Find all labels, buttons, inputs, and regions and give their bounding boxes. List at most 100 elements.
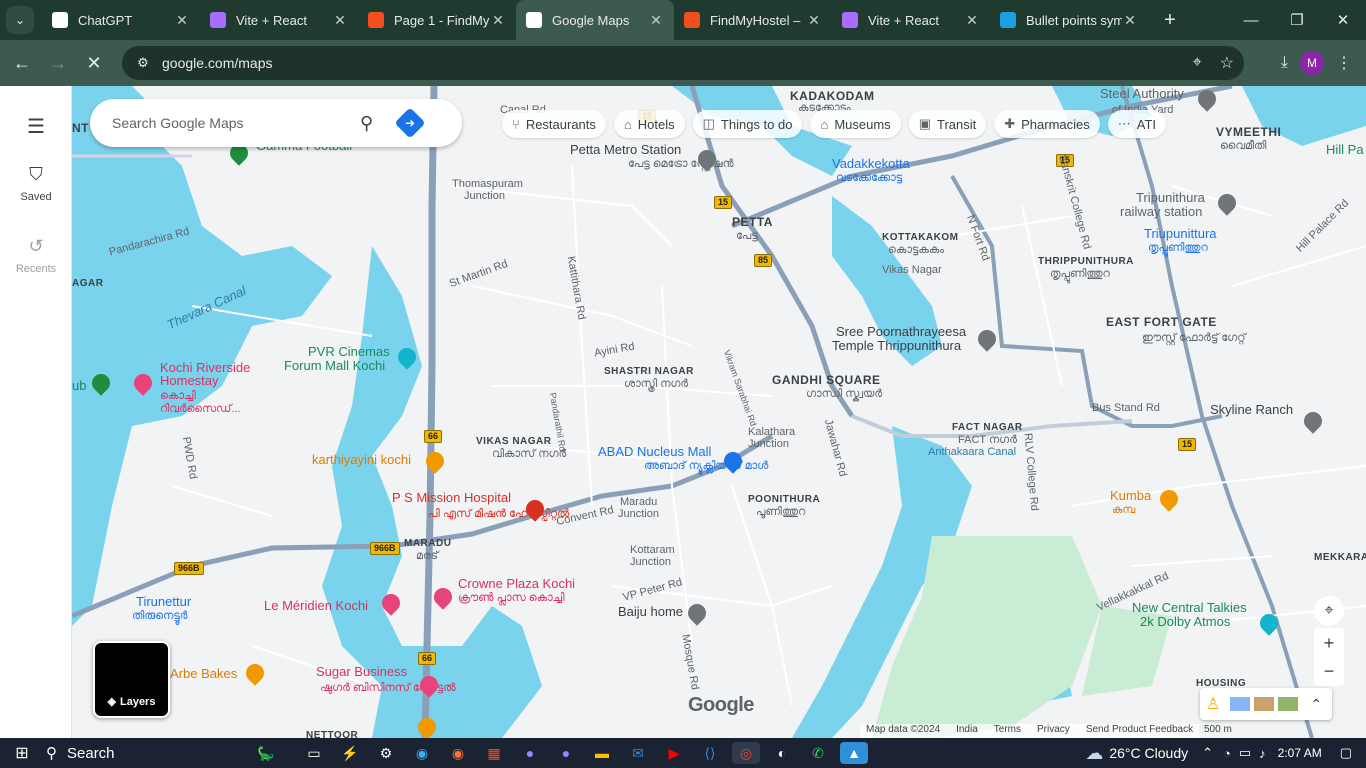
browser-tab[interactable]: Google Maps ✕ [516, 0, 674, 40]
photos-icon[interactable]: ▲ [840, 742, 868, 764]
taskbar-search-label: Search [67, 744, 115, 762]
minus-icon: − [1323, 660, 1335, 681]
footer-link[interactable]: Terms [994, 724, 1021, 738]
tab-close-icon[interactable]: ✕ [332, 12, 348, 29]
chrome-icon[interactable]: ◎ [732, 742, 760, 764]
app-icon[interactable]: ● [552, 742, 580, 764]
zoom-out-button[interactable]: − [1314, 656, 1344, 686]
app-icon[interactable]: ◐ [768, 742, 796, 764]
category-chip[interactable]: ⋯ ATI [1107, 110, 1167, 138]
profile-avatar[interactable]: M [1300, 51, 1324, 75]
chevron-up-icon[interactable]: ⌃ [1202, 745, 1213, 761]
task-view-icon[interactable]: ▭ [300, 742, 328, 764]
clock[interactable]: 2:07 AM [1278, 746, 1322, 760]
map-label: മരട് [416, 550, 439, 562]
imagery-strip[interactable]: ♙ ⌃ [1200, 688, 1332, 720]
battery-icon[interactable]: ▭ [1239, 745, 1251, 761]
map-label: SHASTRI NAGAR [604, 366, 694, 377]
tab-close-icon[interactable]: ✕ [648, 12, 664, 29]
mail-icon[interactable]: ✉ [624, 742, 652, 764]
footer-link[interactable]: Send Product Feedback [1086, 724, 1193, 738]
browser-tab[interactable]: FindMyHostel – ✕ [674, 0, 832, 40]
windows-start-button[interactable]: ⊞ [8, 742, 36, 764]
directions-icon[interactable]: ➜ [394, 107, 426, 139]
route-shield: 966B [370, 542, 400, 555]
download-icon[interactable]: ⤓ [1281, 54, 1288, 72]
browser-tab[interactable]: Page 1 - FindMy ✕ [358, 0, 516, 40]
location-pin-icon[interactable]: ⌖ [1193, 54, 1202, 72]
map-label: FACT NAGAR [952, 422, 1023, 433]
chip-label: Museums [834, 116, 891, 132]
footer-link[interactable]: Map data ©2024 [866, 724, 940, 738]
category-chip[interactable]: ⌂ Hotels [613, 110, 685, 138]
wifi-icon[interactable]: ◔ [1223, 746, 1231, 761]
terrain-thumb-icon[interactable] [1254, 697, 1275, 711]
tab-close-icon[interactable]: ✕ [1122, 12, 1138, 29]
tab-close-icon[interactable]: ✕ [490, 12, 506, 29]
category-chip[interactable]: ⌂ Museums [810, 110, 901, 138]
firefox-icon[interactable]: ◉ [444, 742, 472, 764]
chevron-up-icon[interactable]: ⌃ [1310, 696, 1322, 713]
browser-tab[interactable]: Bullet points sym ✕ [990, 0, 1148, 40]
stop-button[interactable]: ✕ [76, 45, 112, 81]
new-tab-button[interactable]: + [1156, 6, 1184, 34]
app-icon[interactable]: ⚡ [336, 742, 364, 764]
hamburger-icon: ☰ [27, 116, 45, 138]
dinosaur-widget-icon[interactable]: 🦕 [240, 742, 292, 764]
minimize-button[interactable]: — [1228, 0, 1274, 40]
back-button[interactable]: ← [4, 45, 40, 81]
satellite-thumb-icon[interactable] [1230, 697, 1251, 711]
search-icon[interactable]: ⚲ [360, 113, 373, 134]
map-canvas[interactable]: 15 15 85 15 15 66 966B 966B 66 KADAKODAM… [72, 86, 1366, 738]
category-chip[interactable]: ▣ Transit [908, 110, 987, 138]
menu-button[interactable]: ☰ [0, 114, 72, 139]
app-icon[interactable]: ● [516, 742, 544, 764]
scale-bar[interactable]: 500 m [1204, 724, 1232, 735]
folder-icon[interactable]: ▬ [588, 742, 616, 764]
category-chip[interactable]: ✚ Pharmacies [994, 110, 1100, 138]
store-icon[interactable]: ▦ [480, 742, 508, 764]
map-label: Sree Poornathrayeesa [836, 324, 967, 339]
site-info-icon[interactable]: ⚙ [130, 55, 156, 71]
forward-button[interactable]: → [40, 45, 76, 81]
my-location-button[interactable]: ⌖ [1314, 596, 1344, 626]
category-chip[interactable]: ◫ Things to do [692, 110, 803, 138]
url-text[interactable]: google.com/maps [162, 55, 273, 71]
footer-link[interactable]: Privacy [1037, 724, 1070, 738]
map-label: ഗാന്ധി സ്ക്വയർ [806, 388, 883, 400]
edge-icon[interactable]: ◉ [408, 742, 436, 764]
chip-label: Hotels [637, 116, 675, 132]
browser-tab[interactable]: Vite + React ✕ [200, 0, 358, 40]
map-label: Vadakkekotta [832, 156, 910, 171]
settings-icon[interactable]: ⚙ [372, 742, 400, 764]
address-bar[interactable]: ⚙ google.com/maps ⌖ ☆ [122, 46, 1244, 80]
zoom-in-button[interactable]: + [1314, 628, 1344, 658]
footer-link[interactable]: India [956, 724, 978, 738]
bookmark-star-icon[interactable]: ☆ [1220, 53, 1234, 73]
tab-close-icon[interactable]: ✕ [806, 12, 822, 29]
layers-button[interactable]: ◈ Layers [93, 641, 170, 718]
tab-close-icon[interactable]: ✕ [964, 12, 980, 29]
search-input[interactable] [112, 115, 352, 131]
browser-tab[interactable]: Vite + React ✕ [832, 0, 990, 40]
3d-thumb-icon[interactable] [1278, 697, 1299, 711]
whatsapp-icon[interactable]: ✆ [804, 742, 832, 764]
taskbar-search[interactable]: ⚲ Search [46, 744, 236, 763]
vscode-icon[interactable]: ⟨⟩ [696, 742, 724, 764]
category-chip[interactable]: ⑂ Restaurants [502, 110, 606, 138]
tab-search-button[interactable]: ⌄ [6, 6, 34, 34]
browser-tab[interactable]: ChatGPT ✕ [42, 0, 200, 40]
volume-icon[interactable]: ♪ [1259, 746, 1266, 761]
recents-button[interactable]: ↺ Recents [0, 236, 72, 275]
saved-button[interactable]: ⛉ Saved [0, 164, 72, 203]
tab-close-icon[interactable]: ✕ [174, 12, 190, 29]
close-window-button[interactable]: ✕ [1320, 0, 1366, 40]
map-label: തിരുനെട്ടൂർ [132, 610, 188, 622]
pegman-icon[interactable]: ♙ [1206, 694, 1220, 714]
weather-text[interactable]: 26°C Cloudy [1109, 745, 1188, 761]
bed-icon: ⌂ [623, 116, 632, 132]
restore-button[interactable]: ❐ [1274, 0, 1320, 40]
youtube-icon[interactable]: ▶ [660, 742, 688, 764]
notification-icon[interactable]: ▢ [1340, 745, 1352, 761]
kebab-menu-icon[interactable]: ⋮ [1336, 53, 1352, 73]
